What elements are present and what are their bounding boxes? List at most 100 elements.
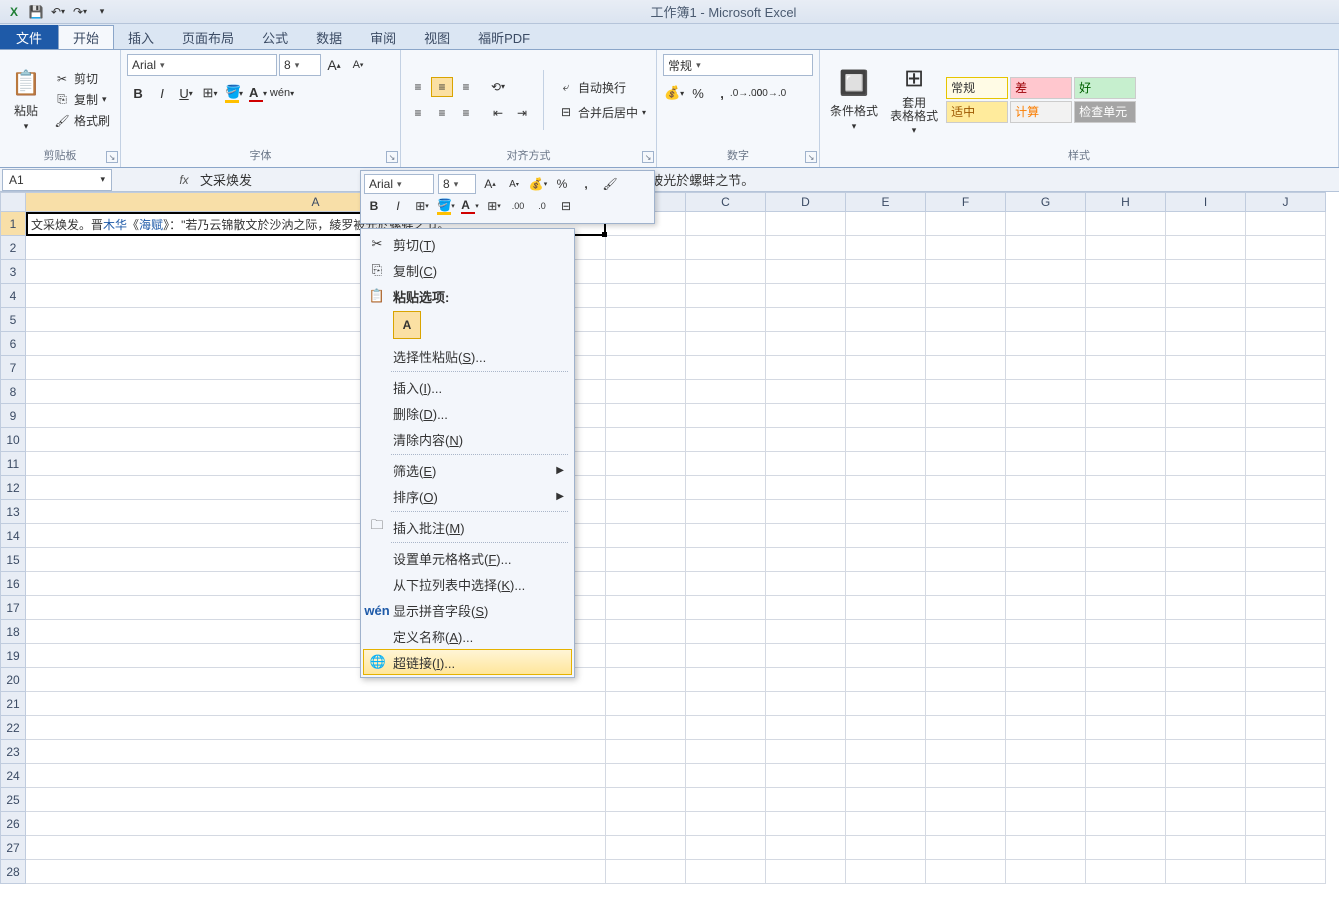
cell-G3[interactable] — [1006, 260, 1086, 284]
cell-C22[interactable] — [686, 716, 766, 740]
cell-C13[interactable] — [686, 500, 766, 524]
cell-F7[interactable] — [926, 356, 1006, 380]
cell-F17[interactable] — [926, 596, 1006, 620]
cell-H28[interactable] — [1086, 860, 1166, 884]
cell-F9[interactable] — [926, 404, 1006, 428]
mini-font-combo[interactable]: Arial▾ — [364, 174, 434, 194]
cell-D10[interactable] — [766, 428, 846, 452]
cell-D28[interactable] — [766, 860, 846, 884]
row-header-14[interactable]: 14 — [0, 524, 26, 548]
cell-H27[interactable] — [1086, 836, 1166, 860]
cell-C23[interactable] — [686, 740, 766, 764]
cell-D3[interactable] — [766, 260, 846, 284]
cell-C4[interactable] — [686, 284, 766, 308]
cell-J11[interactable] — [1246, 452, 1326, 476]
cell-J23[interactable] — [1246, 740, 1326, 764]
row-header-23[interactable]: 23 — [0, 740, 26, 764]
cell-C14[interactable] — [686, 524, 766, 548]
cell-D19[interactable] — [766, 644, 846, 668]
cell-F23[interactable] — [926, 740, 1006, 764]
row-header-27[interactable]: 27 — [0, 836, 26, 860]
cell-E24[interactable] — [846, 764, 926, 788]
alignment-dialog-launcher[interactable]: ↘ — [642, 151, 654, 163]
mini-accounting-icon[interactable]: 💰▾ — [528, 174, 548, 194]
col-header-D[interactable]: D — [766, 192, 846, 212]
cell-F15[interactable] — [926, 548, 1006, 572]
cell-F12[interactable] — [926, 476, 1006, 500]
cell-B6[interactable] — [606, 332, 686, 356]
cell-F26[interactable] — [926, 812, 1006, 836]
cell-J4[interactable] — [1246, 284, 1326, 308]
cell-G11[interactable] — [1006, 452, 1086, 476]
mini-grow-font-icon[interactable]: A▴ — [480, 174, 500, 194]
cell-H21[interactable] — [1086, 692, 1166, 716]
cell-J13[interactable] — [1246, 500, 1326, 524]
decrease-decimal-icon[interactable]: .00→.0 — [759, 82, 781, 104]
cell-C21[interactable] — [686, 692, 766, 716]
align-middle-icon[interactable]: ≡ — [431, 77, 453, 97]
paste-button[interactable]: 📋 粘贴 ▾ — [6, 66, 46, 134]
cell-E3[interactable] — [846, 260, 926, 284]
orientation-icon[interactable]: ⟲▾ — [487, 77, 509, 97]
mini-italic-icon[interactable]: I — [388, 196, 408, 216]
cell-E17[interactable] — [846, 596, 926, 620]
cell-C7[interactable] — [686, 356, 766, 380]
style-normal[interactable]: 常规 — [946, 77, 1008, 99]
cell-F6[interactable] — [926, 332, 1006, 356]
cell-I3[interactable] — [1166, 260, 1246, 284]
cell-D26[interactable] — [766, 812, 846, 836]
cell-I5[interactable] — [1166, 308, 1246, 332]
cell-J17[interactable] — [1246, 596, 1326, 620]
cell-D14[interactable] — [766, 524, 846, 548]
cell-H9[interactable] — [1086, 404, 1166, 428]
mini-fill-icon[interactable]: 🪣▾ — [436, 196, 456, 216]
row-header-26[interactable]: 26 — [0, 812, 26, 836]
row-header-24[interactable]: 24 — [0, 764, 26, 788]
cell-B19[interactable] — [606, 644, 686, 668]
tab-review[interactable]: 审阅 — [356, 25, 410, 49]
cell-G4[interactable] — [1006, 284, 1086, 308]
cell-G8[interactable] — [1006, 380, 1086, 404]
row-header-17[interactable]: 17 — [0, 596, 26, 620]
cell-B10[interactable] — [606, 428, 686, 452]
underline-button[interactable]: U▾ — [175, 82, 197, 104]
font-color-button[interactable]: A▾ — [247, 82, 269, 104]
cell-C9[interactable] — [686, 404, 766, 428]
col-header-C[interactable]: C — [686, 192, 766, 212]
cell-I6[interactable] — [1166, 332, 1246, 356]
cell-C25[interactable] — [686, 788, 766, 812]
cell-C3[interactable] — [686, 260, 766, 284]
tab-view[interactable]: 视图 — [410, 25, 464, 49]
number-dialog-launcher[interactable]: ↘ — [805, 151, 817, 163]
cell-D16[interactable] — [766, 572, 846, 596]
cell-J26[interactable] — [1246, 812, 1326, 836]
cell-I27[interactable] — [1166, 836, 1246, 860]
cell-F5[interactable] — [926, 308, 1006, 332]
cell-H6[interactable] — [1086, 332, 1166, 356]
row-header-6[interactable]: 6 — [0, 332, 26, 356]
cell-D21[interactable] — [766, 692, 846, 716]
cell-H3[interactable] — [1086, 260, 1166, 284]
cell-J9[interactable] — [1246, 404, 1326, 428]
cell-G13[interactable] — [1006, 500, 1086, 524]
cell-C19[interactable] — [686, 644, 766, 668]
cell-F2[interactable] — [926, 236, 1006, 260]
cell-D17[interactable] — [766, 596, 846, 620]
cell-G23[interactable] — [1006, 740, 1086, 764]
align-center-icon[interactable]: ≡ — [431, 103, 453, 123]
cell-B27[interactable] — [606, 836, 686, 860]
cell-G25[interactable] — [1006, 788, 1086, 812]
cell-J8[interactable] — [1246, 380, 1326, 404]
cell-B22[interactable] — [606, 716, 686, 740]
cell-J25[interactable] — [1246, 788, 1326, 812]
row-header-1[interactable]: 1 — [0, 212, 26, 236]
row-header-19[interactable]: 19 — [0, 644, 26, 668]
cell-G15[interactable] — [1006, 548, 1086, 572]
cell-D4[interactable] — [766, 284, 846, 308]
cell-F10[interactable] — [926, 428, 1006, 452]
cell-J1[interactable] — [1246, 212, 1326, 236]
cell-G22[interactable] — [1006, 716, 1086, 740]
cell-H5[interactable] — [1086, 308, 1166, 332]
cell-J21[interactable] — [1246, 692, 1326, 716]
cell-I13[interactable] — [1166, 500, 1246, 524]
